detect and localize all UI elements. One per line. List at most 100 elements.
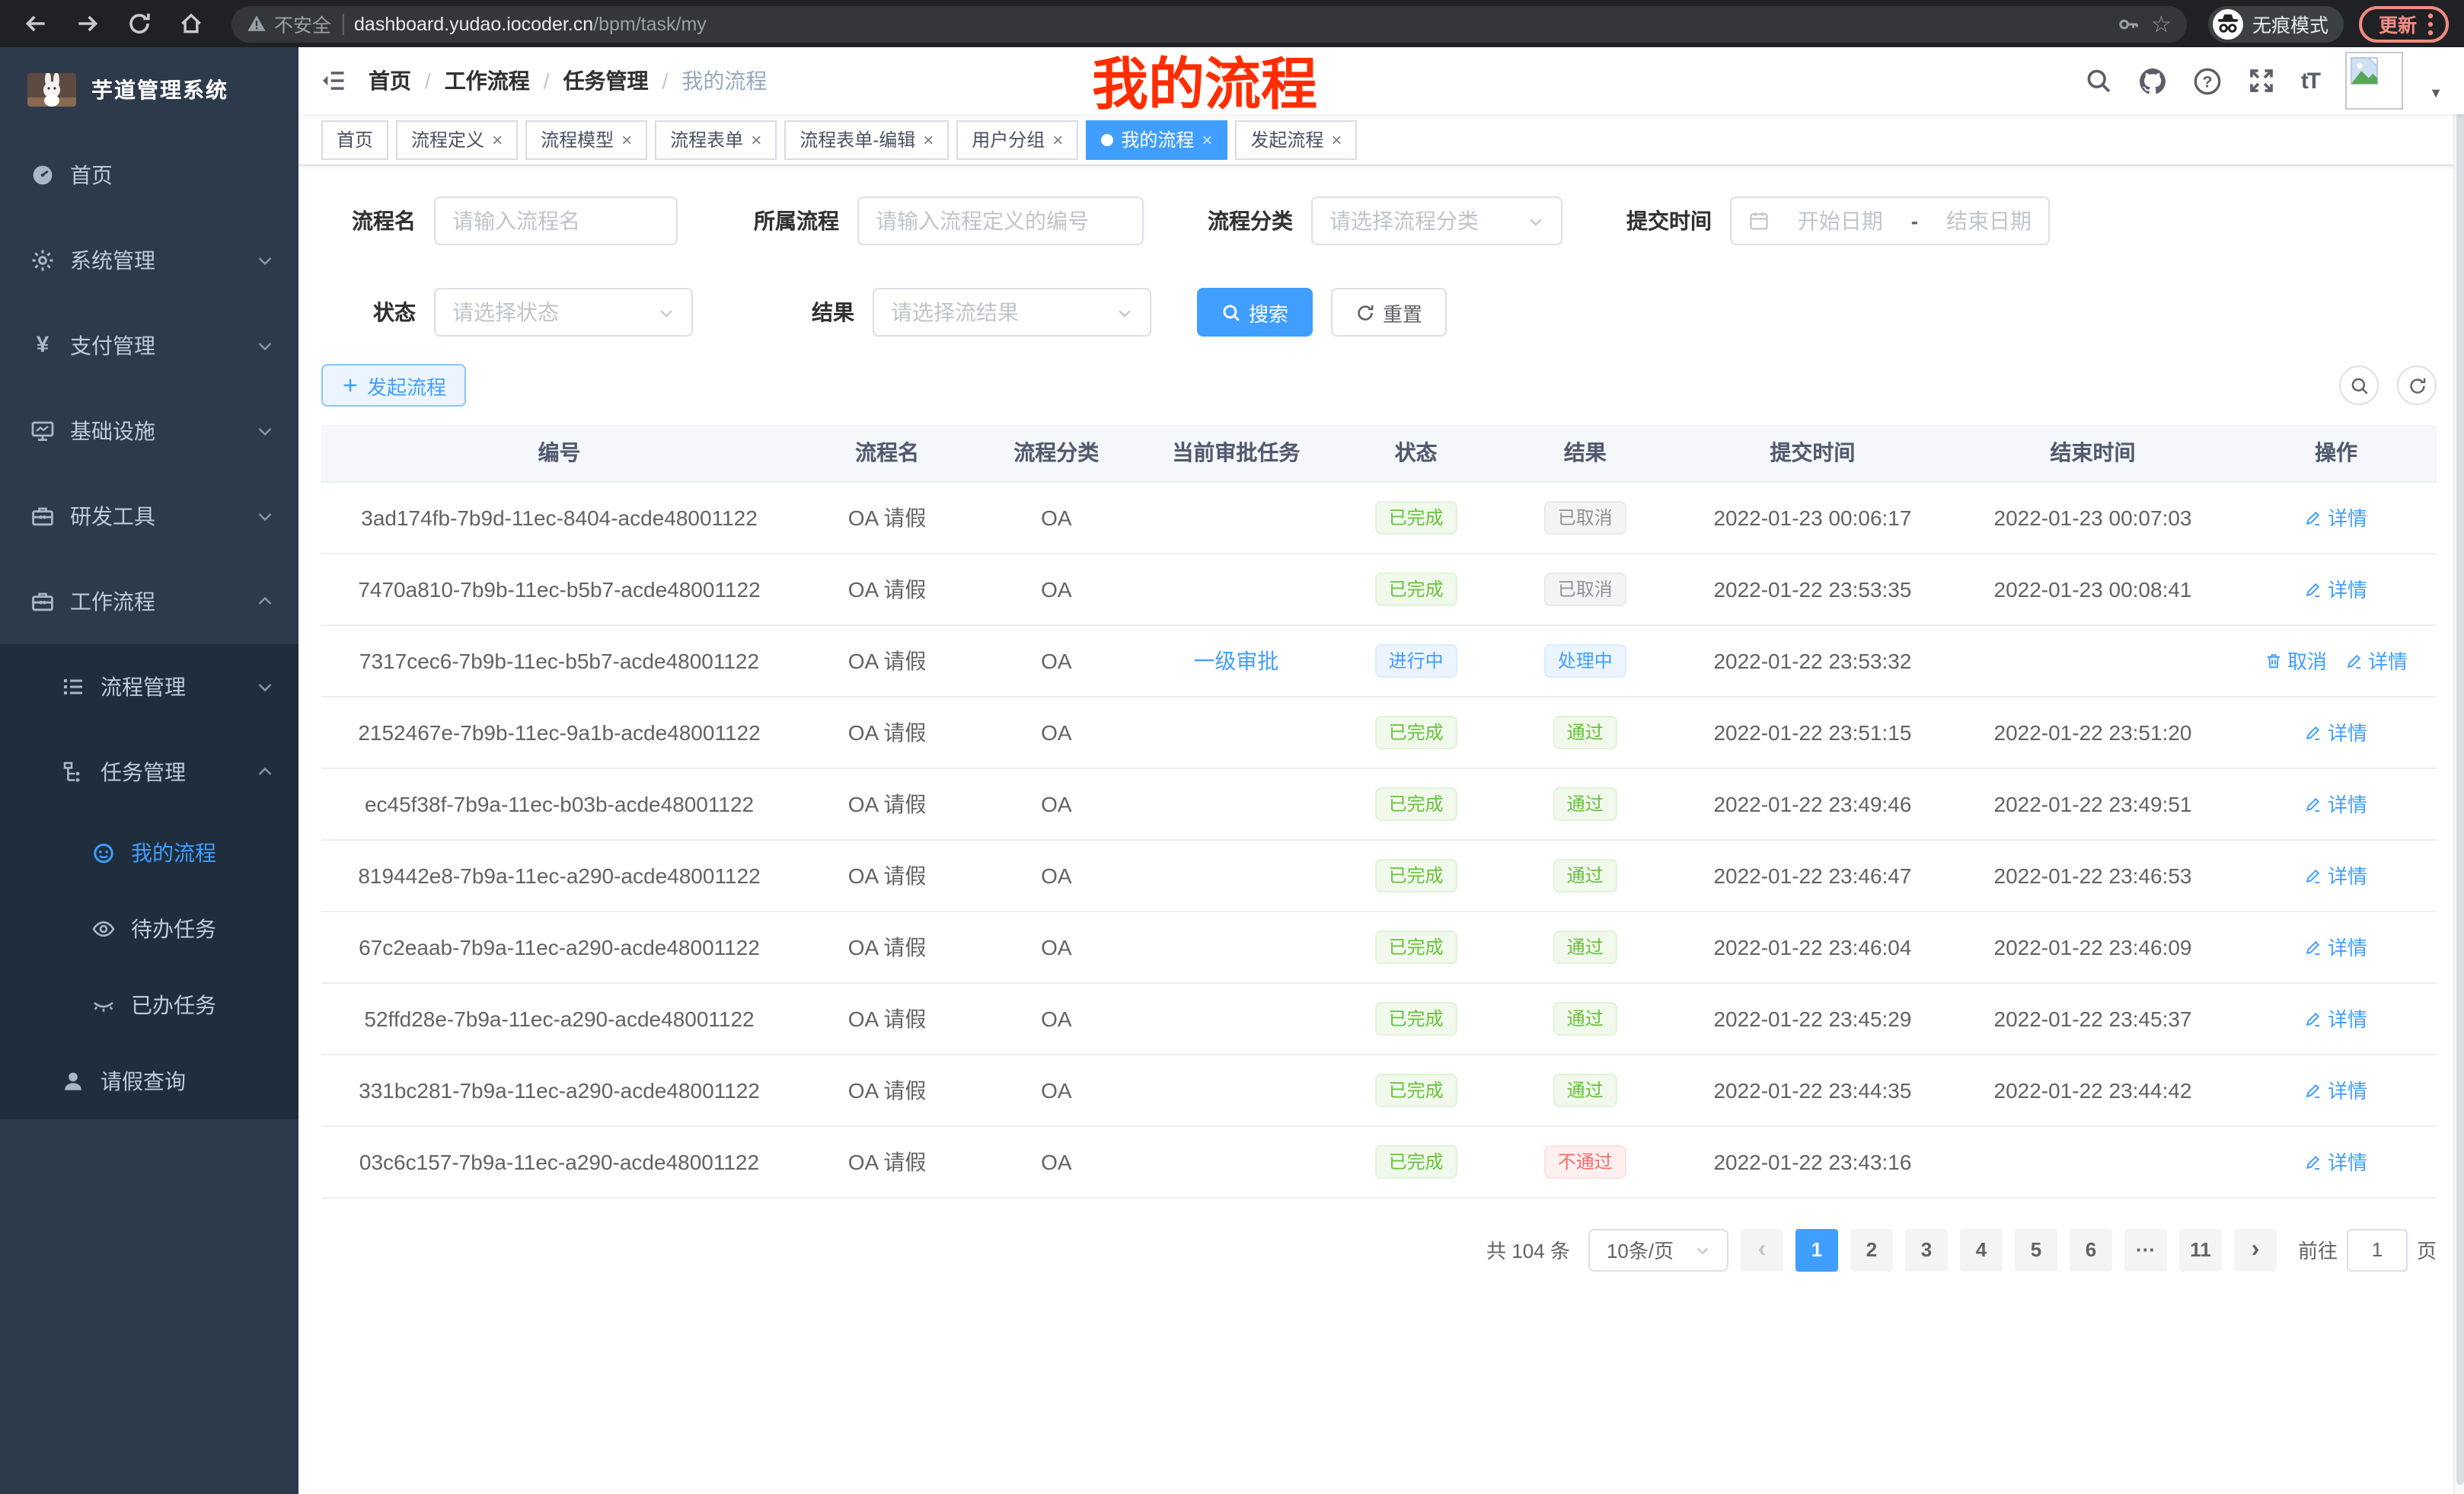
detail-button[interactable]: 详情 <box>2305 860 2367 889</box>
sidebar-item-system[interactable]: 系统管理 <box>0 218 298 303</box>
close-icon[interactable]: × <box>1331 130 1342 148</box>
forward-icon[interactable] <box>67 4 107 43</box>
warning-icon <box>247 14 267 34</box>
page-number-button[interactable]: ··· <box>2124 1228 2167 1271</box>
reset-button[interactable]: 重置 <box>1331 288 1447 337</box>
key-icon[interactable] <box>2116 11 2140 36</box>
sidebar-item-todo-tasks[interactable]: 待办任务 <box>0 891 298 967</box>
close-icon[interactable]: × <box>751 130 761 148</box>
breadcrumb-item[interactable]: 首页 <box>369 65 411 96</box>
home-icon[interactable] <box>171 4 210 43</box>
yen-icon: ¥ <box>30 334 55 358</box>
reload-icon[interactable] <box>119 4 158 43</box>
page-number-button[interactable]: 6 <box>2070 1228 2112 1271</box>
sidebar-item-pay[interactable]: ¥ 支付管理 <box>0 303 298 388</box>
detail-button[interactable]: 详情 <box>2305 503 2367 532</box>
detail-button[interactable]: 详情 <box>2305 1147 2367 1176</box>
help-icon[interactable]: ? <box>2193 66 2222 95</box>
sidebar-item-done-tasks[interactable]: 已办任务 <box>0 967 298 1043</box>
create-process-button[interactable]: 发起流程 <box>321 364 466 407</box>
avatar[interactable] <box>2345 52 2403 110</box>
sidebar-item-infra[interactable]: 基础设施 <box>0 388 298 474</box>
detail-button[interactable]: 详情 <box>2305 932 2367 961</box>
sidebar-item-leave-query[interactable]: 请假查询 <box>0 1043 298 1119</box>
page-number-button[interactable]: 11 <box>2179 1228 2222 1271</box>
page-tab[interactable]: 流程表单 × <box>655 120 777 159</box>
sidebar-item-home[interactable]: 首页 <box>0 132 298 218</box>
page-tab[interactable]: 流程定义 × <box>396 120 518 159</box>
address-bar[interactable]: 不安全 dashboard.yudao.iocoder.cn/bpm/task/… <box>231 5 2187 42</box>
submit-time-range-picker[interactable]: 开始日期 - 结束日期 <box>1730 196 2050 245</box>
page-number-button[interactable]: 5 <box>2015 1228 2057 1271</box>
search-icon[interactable] <box>2085 67 2112 94</box>
sidebar-item-workflow[interactable]: 工作流程 <box>0 559 298 644</box>
detail-button[interactable]: 详情 <box>2305 1075 2367 1104</box>
show-search-button[interactable] <box>2339 366 2379 405</box>
app-logo[interactable]: 芋道管理系统 <box>0 47 298 132</box>
page-tab[interactable]: 我的流程 × <box>1086 120 1227 159</box>
page-size-select[interactable]: 10条/页 <box>1588 1228 1728 1271</box>
sidebar-item-my-process[interactable]: 我的流程 <box>0 815 298 891</box>
scrollbar-thumb[interactable] <box>2456 53 2464 1485</box>
cancel-button[interactable]: 取消 <box>2265 646 2327 675</box>
trash-icon <box>2265 651 2283 669</box>
page-tab[interactable]: 首页 × <box>321 120 388 159</box>
security-label[interactable]: 不安全 <box>274 9 331 38</box>
fullscreen-icon[interactable] <box>2248 67 2275 94</box>
cell-submit-time: 2022-01-22 23:46:47 <box>1675 839 1950 911</box>
next-page-button[interactable]: › <box>2234 1228 2277 1271</box>
page-number-button[interactable]: 3 <box>1905 1228 1948 1271</box>
page-tab[interactable]: 用户分组 × <box>956 120 1078 159</box>
current-task-link[interactable]: 一级审批 <box>1193 648 1278 672</box>
chevron-up-icon <box>256 592 274 611</box>
chevron-down-icon <box>1527 212 1544 229</box>
status-select[interactable]: 请选择状态 <box>434 288 693 337</box>
edit-icon <box>2305 1152 2323 1170</box>
process-def-input[interactable]: 请输入流程定义的编号 <box>857 196 1144 245</box>
back-icon[interactable] <box>15 4 55 43</box>
page-number-button[interactable]: 1 <box>1795 1228 1838 1271</box>
page-number-button[interactable]: 2 <box>1850 1228 1893 1271</box>
sidebar-item-dev[interactable]: 研发工具 <box>0 474 298 559</box>
bookmark-star-icon[interactable]: ☆ <box>2151 10 2172 37</box>
cell-category: OA <box>977 982 1135 1054</box>
breadcrumb-item[interactable]: 我的流程 <box>681 65 767 96</box>
page-tab[interactable]: 发起流程 × <box>1235 120 1357 159</box>
detail-button[interactable]: 详情 <box>2305 1004 2367 1033</box>
close-icon[interactable]: × <box>621 130 632 148</box>
prev-page-button[interactable]: ‹ <box>1741 1228 1783 1271</box>
detail-button[interactable]: 详情 <box>2305 574 2367 603</box>
chevron-down-icon <box>256 678 274 696</box>
chevron-down-icon <box>256 507 274 525</box>
browser-update-button[interactable]: 更新 <box>2359 5 2449 42</box>
breadcrumb-item[interactable]: 任务管理 <box>563 65 649 96</box>
search-button[interactable]: 搜索 <box>1197 288 1313 337</box>
close-icon[interactable]: × <box>492 130 503 148</box>
close-icon[interactable]: × <box>1052 130 1063 148</box>
refresh-table-button[interactable] <box>2397 366 2437 405</box>
github-icon[interactable] <box>2138 66 2167 95</box>
detail-button[interactable]: 详情 <box>2345 646 2408 675</box>
detail-button[interactable]: 详情 <box>2305 789 2367 818</box>
page-number-button[interactable]: 4 <box>1960 1228 2003 1271</box>
table-row: 2152467e-7b9b-11ec-9a1b-acde48001122 OA … <box>321 696 2437 768</box>
category-select[interactable]: 请选择流程分类 <box>1311 196 1562 245</box>
hamburger-icon[interactable] <box>320 67 347 94</box>
process-name-input[interactable]: 请输入流程名 <box>434 196 678 245</box>
result-select[interactable]: 请选择流结果 <box>873 288 1151 337</box>
status-badge: 已完成 <box>1375 930 1457 963</box>
sidebar-item-task-mgmt[interactable]: 任务管理 <box>0 729 298 815</box>
result-badge: 处理中 <box>1544 643 1626 677</box>
close-icon[interactable]: × <box>1202 130 1212 148</box>
user-icon <box>61 1069 85 1093</box>
page-tab[interactable]: 流程表单-编辑 × <box>784 120 949 159</box>
page-tab[interactable]: 流程模型 × <box>525 120 647 159</box>
breadcrumb-item[interactable]: 工作流程 <box>445 65 530 96</box>
close-icon[interactable]: × <box>923 130 934 148</box>
font-size-icon[interactable]: tT <box>2301 68 2319 94</box>
goto-page-input[interactable] <box>2347 1228 2408 1271</box>
sidebar-item-process-mgmt[interactable]: 流程管理 <box>0 644 298 729</box>
browser-scrollbar[interactable] <box>2453 47 2464 1494</box>
caret-down-icon[interactable]: ▼ <box>2429 85 2443 101</box>
detail-button[interactable]: 详情 <box>2305 717 2367 746</box>
